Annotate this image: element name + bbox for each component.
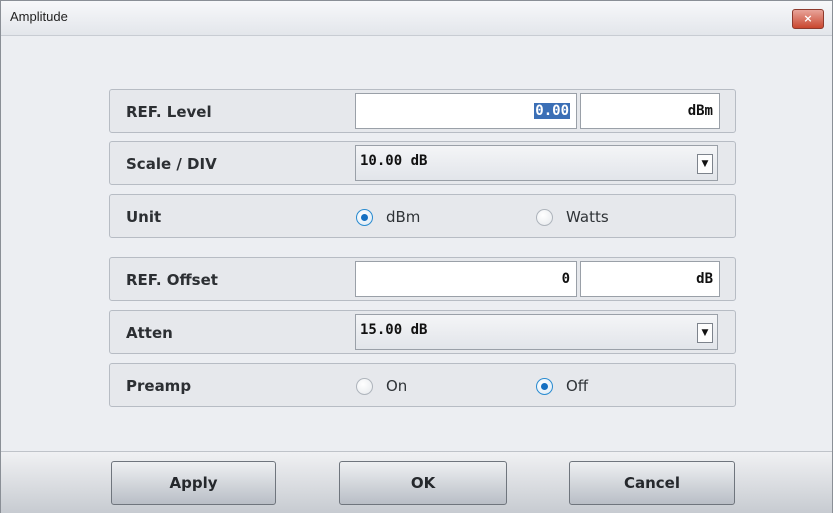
ref-offset-unit: dB (696, 271, 713, 287)
ref-level-value: 0.00 (534, 103, 570, 119)
chevron-down-icon[interactable]: ▼ (697, 323, 713, 343)
unit-label: Unit (126, 208, 162, 226)
close-button[interactable]: × (792, 9, 824, 29)
scale-div-label: Scale / DIV (126, 155, 217, 173)
unit-option-watts: Watts (566, 208, 609, 226)
chevron-down-icon[interactable]: ▼ (697, 154, 713, 174)
preamp-option-on: On (386, 377, 408, 395)
preamp-radio-off[interactable]: Off (536, 376, 588, 396)
unit-radio-dbm[interactable]: dBm (356, 207, 420, 227)
button-bar: Apply OK Cancel (1, 451, 832, 513)
atten-select[interactable]: 15.00 dB ▼ (355, 314, 718, 350)
radio-selected-icon[interactable] (536, 377, 553, 395)
ref-level-label: REF. Level (126, 103, 212, 121)
atten-label: Atten (126, 324, 173, 342)
preamp-radio-on[interactable]: On (356, 376, 407, 396)
radio-unselected-icon[interactable] (356, 377, 373, 395)
close-icon: × (803, 12, 813, 25)
scale-div-select[interactable]: 10.00 dB ▼ (355, 145, 718, 181)
ref-offset-row: REF. Offset 0 dB (109, 257, 736, 301)
ok-button[interactable]: OK (339, 461, 507, 505)
atten-value: 15.00 dB (360, 322, 428, 338)
unit-row: Unit dBm Watts (109, 194, 736, 238)
window-title: Amplitude (10, 9, 68, 24)
ref-level-input[interactable]: 0.00 (355, 93, 577, 129)
radio-unselected-icon[interactable] (536, 208, 553, 226)
preamp-label: Preamp (126, 377, 192, 395)
ref-offset-unit-field[interactable]: dB (580, 261, 720, 297)
ref-level-unit: dBm (687, 103, 713, 119)
atten-row: Atten 15.00 dB ▼ (109, 310, 736, 354)
unit-option-dbm: dBm (386, 208, 421, 226)
ref-offset-label: REF. Offset (126, 271, 218, 289)
scale-div-row: Scale / DIV 10.00 dB ▼ (109, 141, 736, 185)
radio-selected-icon[interactable] (356, 208, 373, 226)
unit-radio-watts[interactable]: Watts (536, 207, 609, 227)
ref-level-unit-field[interactable]: dBm (580, 93, 720, 129)
preamp-option-off: Off (566, 377, 589, 395)
cancel-button[interactable]: Cancel (569, 461, 735, 505)
ref-level-row: REF. Level 0.00 dBm (109, 89, 736, 133)
ref-offset-value: 0 (561, 271, 570, 287)
ref-offset-input[interactable]: 0 (355, 261, 577, 297)
apply-button[interactable]: Apply (111, 461, 276, 505)
amplitude-dialog: Amplitude × REF. Level 0.00 dBm Scale / … (0, 0, 833, 513)
title-bar: Amplitude × (1, 1, 832, 36)
scale-div-value: 10.00 dB (360, 153, 428, 169)
preamp-row: Preamp On Off (109, 363, 736, 407)
